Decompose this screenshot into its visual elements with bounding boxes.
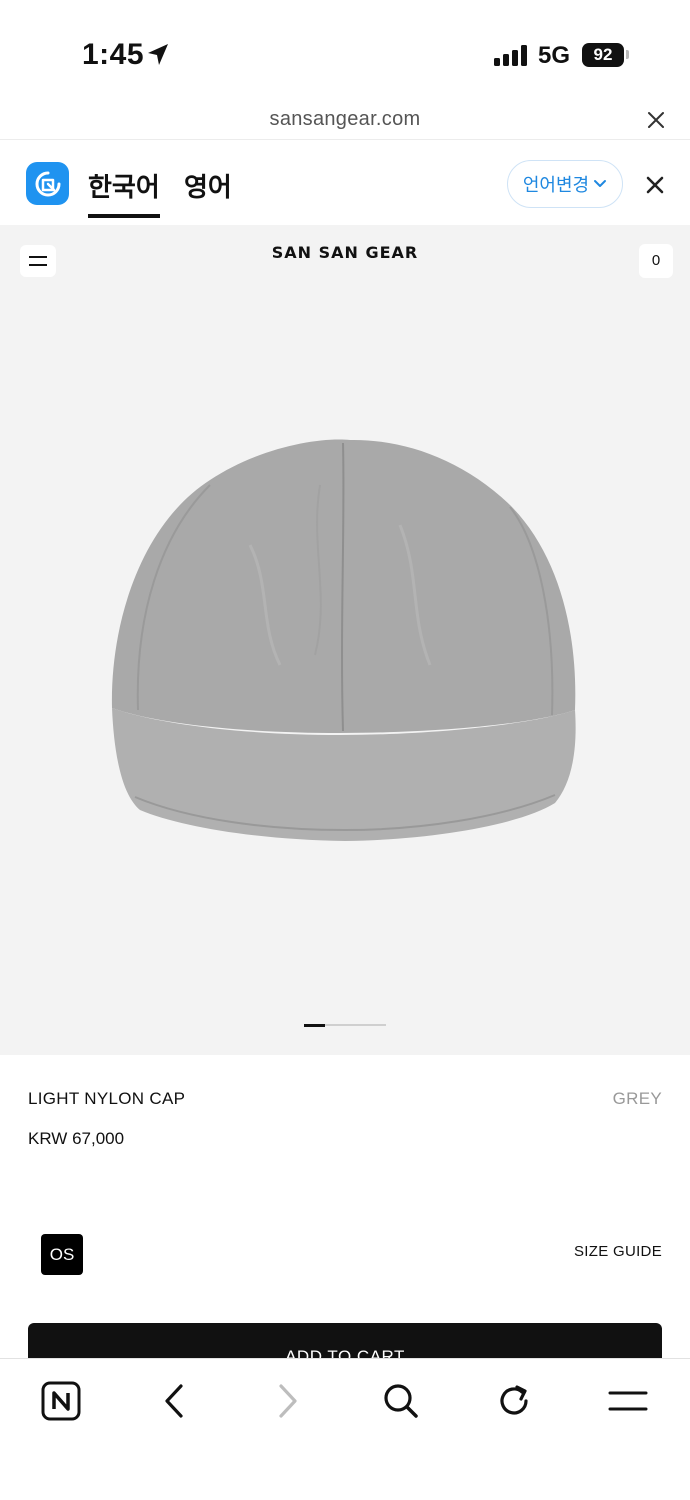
url-bar[interactable]: sansangear.com: [0, 100, 690, 140]
naver-icon: [41, 1381, 81, 1421]
cellular-signal-icon: [494, 44, 527, 66]
search-button[interactable]: [379, 1379, 423, 1423]
change-language-button[interactable]: 언어변경: [507, 160, 623, 208]
product-price: KRW 67,000: [28, 1129, 125, 1148]
battery-cap: [626, 50, 629, 59]
size-guide-link[interactable]: SIZE GUIDE: [574, 1243, 662, 1260]
refresh-button[interactable]: [492, 1379, 536, 1423]
product-gallery[interactable]: SAN SAN GEAR 0: [0, 225, 690, 1055]
site-logo[interactable]: SAN SAN GEAR: [0, 243, 690, 262]
product-image-cap[interactable]: [100, 425, 590, 855]
cart-count-button[interactable]: 0: [639, 244, 673, 278]
back-button[interactable]: [152, 1379, 196, 1423]
battery-icon: 92: [582, 43, 624, 67]
url-text[interactable]: sansangear.com: [0, 108, 690, 131]
tab-english[interactable]: 영어: [184, 167, 232, 204]
back-icon: [165, 1384, 183, 1418]
close-icon[interactable]: [646, 110, 666, 130]
chevron-down-icon: [594, 180, 607, 187]
close-translate-icon[interactable]: [645, 175, 665, 195]
forward-icon: [279, 1384, 297, 1418]
menu-line: [29, 264, 47, 266]
menu-icon: [608, 1391, 648, 1411]
refresh-icon: [500, 1385, 528, 1415]
status-bar: 1:45 5G 92: [0, 0, 690, 100]
change-language-label: 언어변경: [522, 175, 590, 195]
search-icon: [384, 1384, 418, 1418]
browser-toolbar: [0, 1358, 690, 1500]
location-arrow-icon: [148, 44, 168, 65]
menu-button[interactable]: [606, 1379, 650, 1423]
status-time: 1:45: [82, 38, 145, 71]
network-type: 5G: [538, 42, 571, 69]
size-option-os[interactable]: OS: [41, 1234, 83, 1275]
papago-app-icon: [26, 162, 69, 205]
product-name: LIGHT NYLON CAP: [28, 1089, 186, 1108]
forward-button[interactable]: [266, 1379, 310, 1423]
translate-logo-icon: [35, 171, 60, 196]
translate-bar: 한국어 영어 언어변경: [0, 141, 690, 225]
image-pager[interactable]: [304, 1023, 386, 1027]
pager-active-indicator: [304, 1023, 325, 1027]
naver-home-button[interactable]: [39, 1379, 83, 1423]
tab-korean[interactable]: 한국어: [88, 167, 160, 218]
product-color: GREY: [612, 1089, 662, 1108]
